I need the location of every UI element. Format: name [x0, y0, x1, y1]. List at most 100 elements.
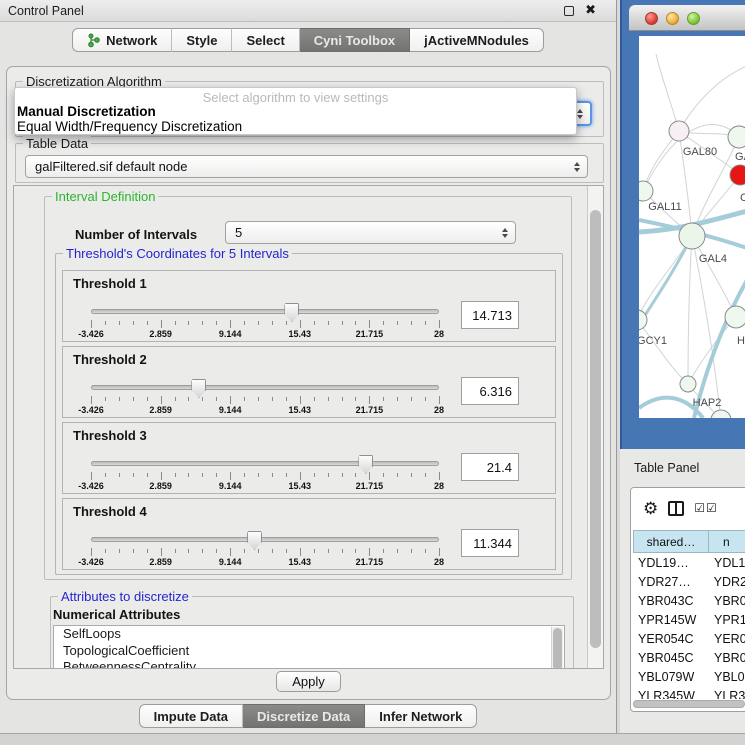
network-node[interactable]	[728, 126, 745, 148]
threshold-slider-1[interactable]: -3.4262.8599.14415.4321.71528	[91, 307, 439, 339]
tick-mark	[230, 548, 231, 556]
table-row[interactable]: YBR043CYBR0	[633, 591, 745, 610]
select-columns-icon[interactable]: ☑☑	[694, 501, 718, 515]
table-horizontal-scrollbar[interactable]	[633, 700, 745, 708]
cell-name: YDL1	[709, 556, 745, 570]
table-data-combobox-value: galFiltered.sif default node	[35, 159, 187, 174]
tick-label: 28	[434, 405, 444, 415]
gear-icon[interactable]: ⚙	[643, 500, 658, 517]
threshold-label: Threshold 2	[73, 352, 147, 367]
float-icon[interactable]	[564, 6, 574, 16]
tick-mark	[161, 472, 162, 480]
table-row[interactable]: YBR045CYBR0	[633, 648, 745, 667]
table-row[interactable]: YDL19…YDL1	[633, 553, 745, 572]
threshold-value-field[interactable]: 21.4	[461, 453, 519, 481]
table-row[interactable]: YLR345WYLR3	[633, 686, 745, 699]
tick-mark	[369, 472, 370, 480]
tick-mark	[355, 321, 356, 325]
threshold-box-3: Threshold 3-3.4262.8599.14415.4321.71528…	[62, 422, 556, 494]
apply-row: Apply	[7, 671, 610, 701]
tick-mark	[397, 397, 398, 401]
tick-mark	[411, 321, 412, 325]
network-node[interactable]	[711, 410, 731, 418]
number-of-intervals-combobox[interactable]: 5	[225, 221, 516, 244]
table-toolbar: ⚙ ☑☑	[631, 488, 745, 528]
tab-style[interactable]: Style	[172, 28, 232, 52]
tab-select[interactable]: Select	[232, 28, 299, 52]
tick-mark	[244, 397, 245, 401]
table-row[interactable]: YER054CYER0	[633, 629, 745, 648]
threshold-value-field[interactable]: 11.344	[461, 529, 519, 557]
tab-jactivemnodules[interactable]: jActiveMNodules	[410, 28, 544, 52]
cell-shared-name: YPR145W	[633, 613, 709, 627]
slider-track	[91, 385, 439, 390]
tick-label: 15.43	[289, 405, 312, 415]
attribute-item[interactable]: SelfLoops	[54, 626, 564, 643]
tick-mark	[397, 321, 398, 325]
network-node-label: H	[737, 335, 745, 347]
tab-label: jActiveMNodules	[424, 33, 529, 48]
column-header-name[interactable]: n	[709, 530, 745, 553]
tab-network[interactable]: Network	[72, 28, 172, 52]
tick-label: -3.426	[78, 405, 104, 415]
tab-infer-network[interactable]: Infer Network	[365, 704, 477, 728]
network-node[interactable]	[679, 223, 705, 249]
tick-mark	[314, 397, 315, 401]
close-traffic-light-icon[interactable]	[645, 12, 658, 25]
table-row[interactable]: YDR27…YDR2	[633, 572, 745, 591]
zoom-traffic-light-icon[interactable]	[687, 12, 700, 25]
threshold-box-4: Threshold 4-3.4262.8599.14415.4321.71528…	[62, 498, 556, 570]
threshold-value-field[interactable]: 14.713	[461, 301, 519, 329]
cell-name: YBR0	[709, 651, 745, 665]
apply-button[interactable]: Apply	[276, 671, 341, 692]
tick-label: 21.715	[356, 481, 384, 491]
tick-mark	[286, 321, 287, 325]
panel-title: Control Panel	[8, 4, 84, 18]
network-node-label: GAL11	[648, 201, 681, 213]
table-row[interactable]: YBL079WYBL0	[633, 667, 745, 686]
close-icon[interactable]: ✖	[585, 2, 596, 18]
tick-mark	[258, 473, 259, 477]
settings-vertical-scrollbar[interactable]	[587, 186, 603, 668]
network-node[interactable]	[730, 165, 745, 185]
number-of-intervals-label: Number of Intervals	[75, 227, 197, 242]
network-canvas[interactable]: GAL80GACGAL11GAL4GCY1HHAP2	[639, 36, 745, 418]
network-node-label: HAP2	[693, 397, 722, 409]
network-node-label: GAL80	[683, 146, 717, 158]
tick-mark	[411, 473, 412, 477]
column-header-shared-name[interactable]: shared…	[633, 530, 709, 553]
tick-mark	[244, 549, 245, 553]
tab-impute-data[interactable]: Impute Data	[139, 704, 243, 728]
attribute-item[interactable]: TopologicalCoefficient	[54, 643, 564, 660]
attribute-item[interactable]: BetweennessCentrality	[54, 659, 564, 669]
tick-label: 9.144	[219, 557, 242, 567]
tick-mark	[411, 549, 412, 553]
algorithm-option-manual[interactable]: Manual Discretization	[17, 104, 156, 119]
tab-label: Style	[186, 33, 217, 48]
threshold-slider-3[interactable]: -3.4262.8599.14415.4321.71528	[91, 459, 439, 491]
minimize-traffic-light-icon[interactable]	[666, 12, 679, 25]
columns-icon[interactable]	[668, 501, 684, 516]
tick-mark	[216, 549, 217, 553]
tick-label: -3.426	[78, 557, 104, 567]
table-data-combobox[interactable]: galFiltered.sif default node	[25, 155, 588, 178]
slider-ticks	[91, 319, 439, 328]
algorithm-option-equal-width[interactable]: Equal Width/Frequency Discretization	[17, 119, 242, 134]
threshold-slider-2[interactable]: -3.4262.8599.14415.4321.71528	[91, 383, 439, 415]
tab-cyni-toolbox[interactable]: Cyni Toolbox	[300, 28, 410, 52]
numerical-attributes-list[interactable]: SelfLoopsTopologicalCoefficientBetweenne…	[53, 625, 565, 669]
network-node[interactable]	[680, 376, 696, 392]
threshold-value-field[interactable]: 6.316	[461, 377, 519, 405]
cell-shared-name: YLR345W	[633, 689, 709, 700]
tick-mark	[425, 473, 426, 477]
attribute-list-scrollbar[interactable]	[551, 627, 563, 669]
table-row[interactable]: YPR145WYPR1	[633, 610, 745, 629]
tick-label: 9.144	[219, 481, 242, 491]
network-node[interactable]	[725, 306, 745, 328]
network-node[interactable]	[669, 121, 689, 141]
node-table: ⚙ ☑☑ shared… n YDL19…YDL1YDR27…YDR2YBR04…	[630, 487, 745, 712]
window-bottom-edge	[0, 733, 745, 745]
tick-mark	[369, 320, 370, 328]
tab-discretize-data[interactable]: Discretize Data	[243, 704, 365, 728]
threshold-slider-4[interactable]: -3.4262.8599.14415.4321.71528	[91, 535, 439, 567]
